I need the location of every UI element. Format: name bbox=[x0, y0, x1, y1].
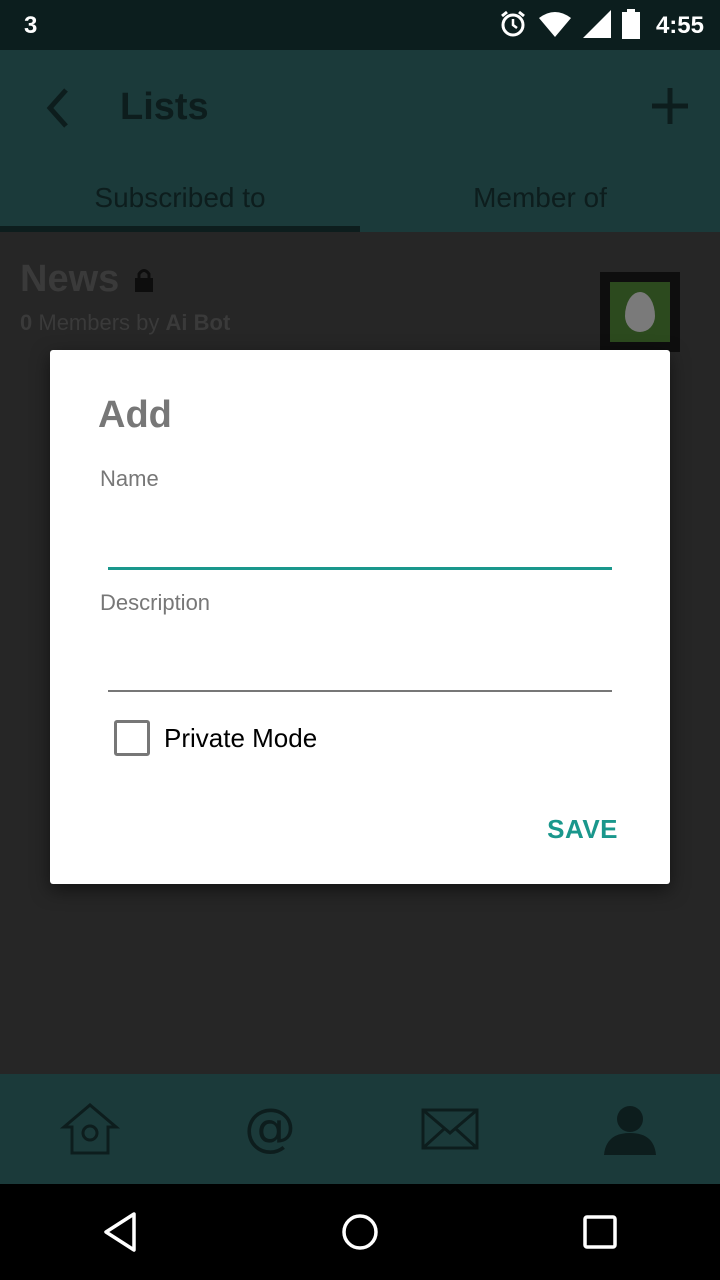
tab-member-of[interactable]: Member of bbox=[360, 166, 720, 232]
list-name: News bbox=[20, 258, 120, 300]
name-input[interactable] bbox=[108, 520, 612, 570]
status-icons: 4:55 bbox=[498, 8, 704, 44]
dialog-title: Add bbox=[98, 394, 172, 436]
page-title: Lists bbox=[120, 86, 209, 128]
bottom-nav: @ bbox=[0, 1074, 720, 1184]
svg-text:@: @ bbox=[244, 1099, 296, 1158]
home-circle-icon[interactable] bbox=[330, 1202, 390, 1262]
list-item[interactable]: News 0 Members by Ai Bot bbox=[20, 258, 700, 354]
battery-icon bbox=[621, 8, 640, 44]
home-icon[interactable] bbox=[50, 1089, 130, 1169]
system-nav-bar bbox=[0, 1184, 720, 1280]
signal-icon bbox=[582, 9, 612, 44]
add-icon[interactable] bbox=[644, 78, 696, 134]
notification-count: 3 bbox=[24, 12, 38, 39]
clock: 4:55 bbox=[655, 12, 704, 39]
list-owner: Ai Bot bbox=[165, 310, 231, 335]
list-meta: 0 Members by Ai Bot bbox=[20, 310, 230, 336]
at-icon[interactable]: @ bbox=[230, 1089, 310, 1169]
back-icon[interactable] bbox=[90, 1202, 150, 1262]
private-mode-label: Private Mode bbox=[164, 722, 318, 753]
members-text: Members by bbox=[32, 310, 166, 335]
save-button[interactable]: SAVE bbox=[547, 814, 618, 845]
members-count: 0 bbox=[20, 310, 33, 335]
tab-subscribed-to[interactable]: Subscribed to bbox=[0, 166, 360, 232]
avatar bbox=[600, 272, 680, 352]
description-input[interactable] bbox=[108, 642, 612, 692]
name-label: Name bbox=[100, 466, 159, 491]
alarm-icon bbox=[498, 9, 528, 44]
tab-bar: Subscribed to Member of bbox=[0, 166, 720, 232]
mail-icon[interactable] bbox=[410, 1089, 490, 1169]
wifi-icon bbox=[538, 10, 572, 43]
description-label: Description bbox=[100, 590, 211, 615]
status-bar: 3 4:55 bbox=[0, 0, 720, 50]
back-arrow-icon[interactable] bbox=[36, 80, 84, 136]
private-mode-row[interactable]: Private Mode bbox=[114, 720, 317, 756]
egg-avatar-icon bbox=[625, 292, 655, 332]
add-list-dialog: Add Name Description Private Mode SAVE bbox=[50, 350, 670, 884]
app-bar: Lists Subscribed to Member of bbox=[0, 50, 720, 232]
private-mode-checkbox[interactable] bbox=[114, 720, 150, 756]
profile-icon[interactable] bbox=[590, 1089, 670, 1169]
recents-icon[interactable] bbox=[570, 1202, 630, 1262]
lock-icon bbox=[134, 268, 154, 292]
